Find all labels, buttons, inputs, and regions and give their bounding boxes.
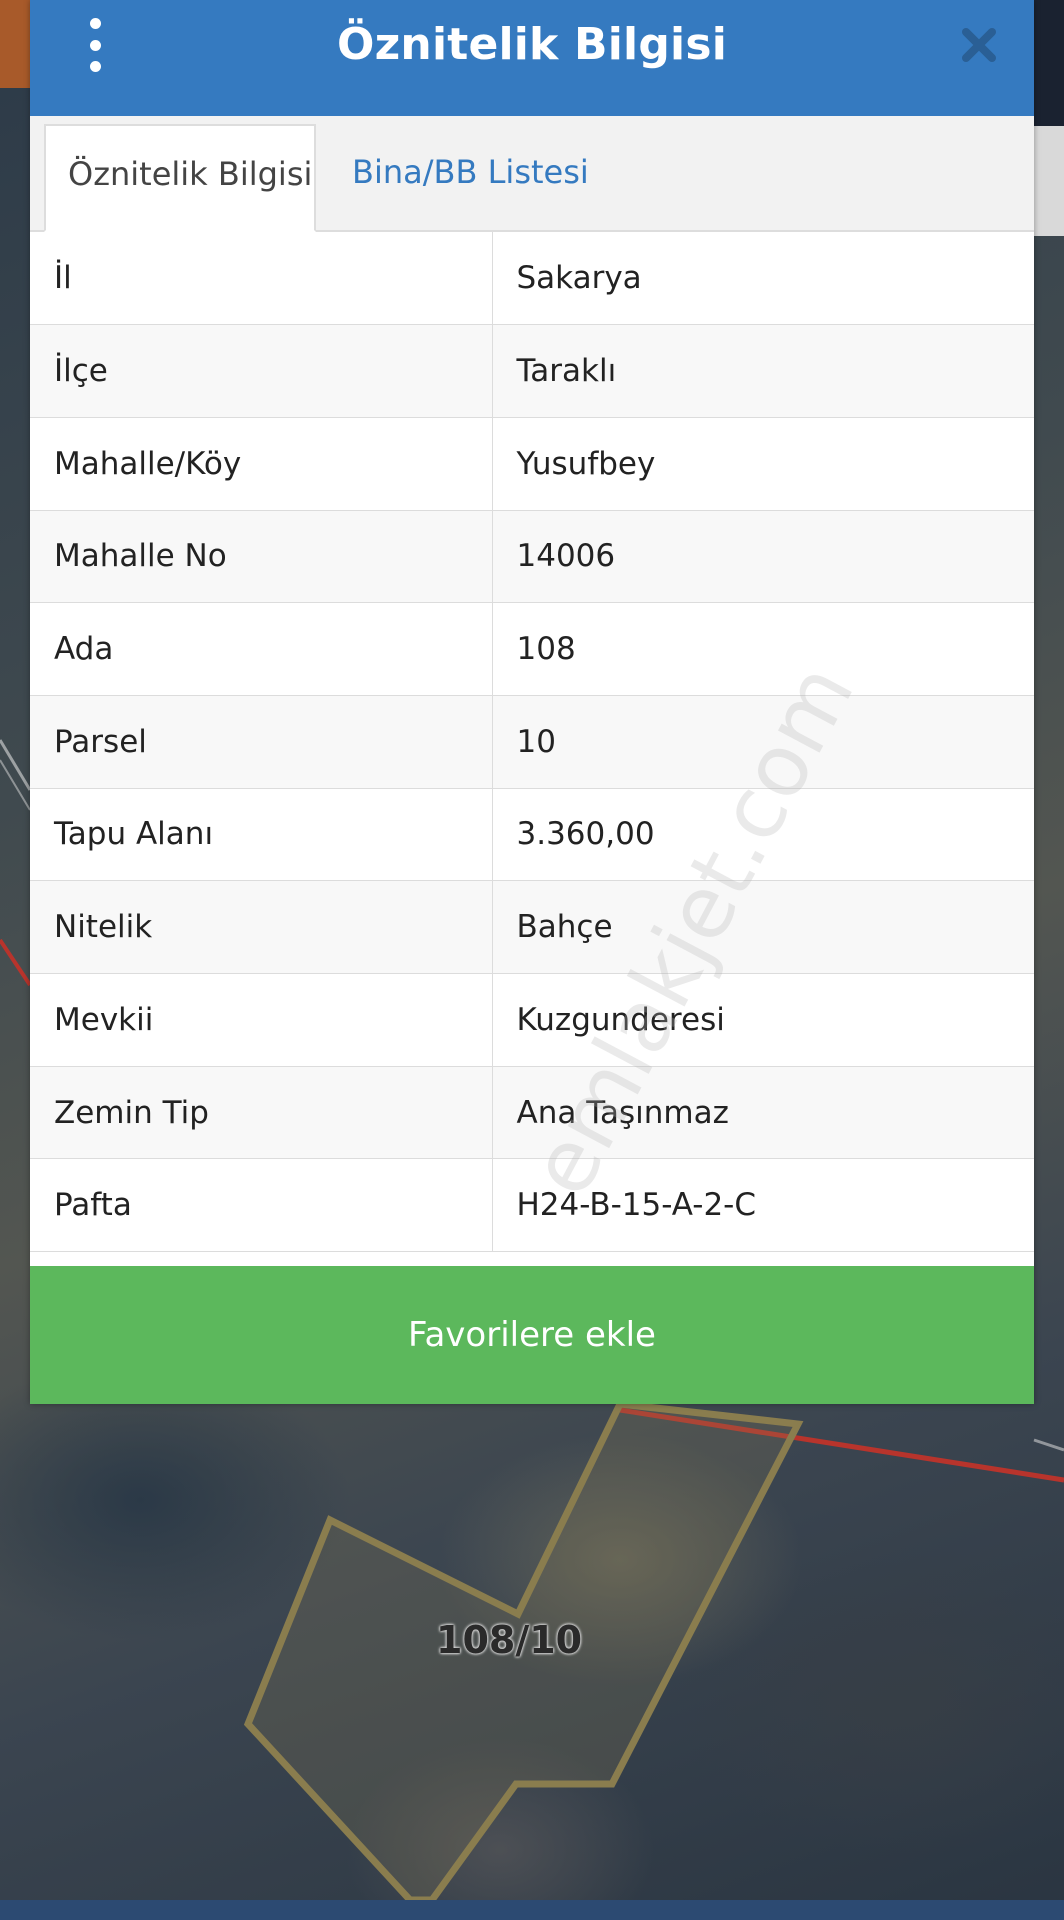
attribute-value: Taraklı — [492, 324, 1034, 418]
table-row: Zemin Tip Ana Taşınmaz — [30, 1066, 1034, 1160]
map-edge — [1034, 0, 1064, 126]
attribute-key: İl — [30, 232, 493, 326]
table-row: İl Sakarya — [30, 232, 1034, 326]
attribute-key: Tapu Alanı — [30, 788, 493, 882]
attribute-key: Ada — [30, 602, 493, 696]
attribute-value: Yusufbey — [492, 417, 1034, 511]
attribute-key: Mevkii — [30, 973, 493, 1067]
attribute-value: H24-B-15-A-2-C — [492, 1158, 1034, 1253]
close-icon[interactable] — [954, 20, 1004, 70]
attribute-value: Bahçe — [492, 880, 1034, 974]
road-line — [0, 739, 32, 791]
table-row: Tapu Alanı 3.360,00 — [30, 788, 1034, 882]
table-row: Mahalle/Köy Yusufbey — [30, 417, 1034, 511]
attribute-key: Nitelik — [30, 880, 493, 974]
table-row: Nitelik Bahçe — [30, 880, 1034, 974]
attribute-value: Ana Taşınmaz — [492, 1066, 1034, 1160]
table-row: İlçe Taraklı — [30, 324, 1034, 418]
menu-dot — [89, 18, 101, 29]
boundary-line-left — [0, 938, 32, 987]
attribute-key: İlçe — [30, 324, 493, 418]
table-row: Mahalle No 14006 — [30, 510, 1034, 604]
menu-dot — [89, 61, 101, 72]
attribute-table: İl Sakarya İlçe Taraklı Mahalle/Köy Yusu… — [30, 232, 1034, 1253]
tab-bar: Öznitelik Bilgisi Bina/BB Listesi — [30, 116, 1034, 232]
tab-bina-bb-listesi[interactable]: Bina/BB Listesi — [330, 124, 611, 232]
dialog-title: Öznitelik Bilgisi — [337, 19, 727, 70]
tab-oznitelik-bilgisi[interactable]: Öznitelik Bilgisi — [44, 124, 316, 232]
bottom-toolbar — [0, 1900, 1064, 1920]
parcel-label: 108/10 — [436, 1618, 583, 1662]
road-line — [1033, 1438, 1064, 1452]
attribute-value: 108 — [492, 602, 1034, 696]
table-row: Pafta H24-B-15-A-2-C — [30, 1158, 1034, 1253]
attribute-value: 3.360,00 — [492, 788, 1034, 882]
table-row: Mevkii Kuzgunderesi — [30, 973, 1034, 1067]
add-to-favorites-button[interactable]: Favorilere ekle — [30, 1266, 1034, 1404]
attribute-key: Zemin Tip — [30, 1066, 493, 1160]
side-panel-tab[interactable] — [1034, 126, 1064, 236]
attribute-key: Pafta — [30, 1158, 493, 1253]
map-layer-strip — [0, 0, 30, 88]
table-row: Parsel 10 — [30, 695, 1034, 789]
table-row: Ada 108 — [30, 602, 1034, 696]
kebab-menu-icon[interactable] — [80, 18, 110, 72]
dialog-header: Öznitelik Bilgisi — [30, 0, 1034, 116]
menu-dot — [89, 39, 101, 51]
attribute-key: Mahalle No — [30, 510, 493, 604]
attribute-value: 14006 — [492, 510, 1034, 604]
attribute-value: Kuzgunderesi — [492, 973, 1034, 1067]
attribute-key: Parsel — [30, 695, 493, 789]
attribute-value: Sakarya — [492, 232, 1034, 326]
attribute-value: 10 — [492, 695, 1034, 789]
attribute-dialog: Öznitelik Bilgisi Öznitelik Bilgisi Bina… — [30, 0, 1034, 1404]
attribute-key: Mahalle/Köy — [30, 417, 493, 511]
